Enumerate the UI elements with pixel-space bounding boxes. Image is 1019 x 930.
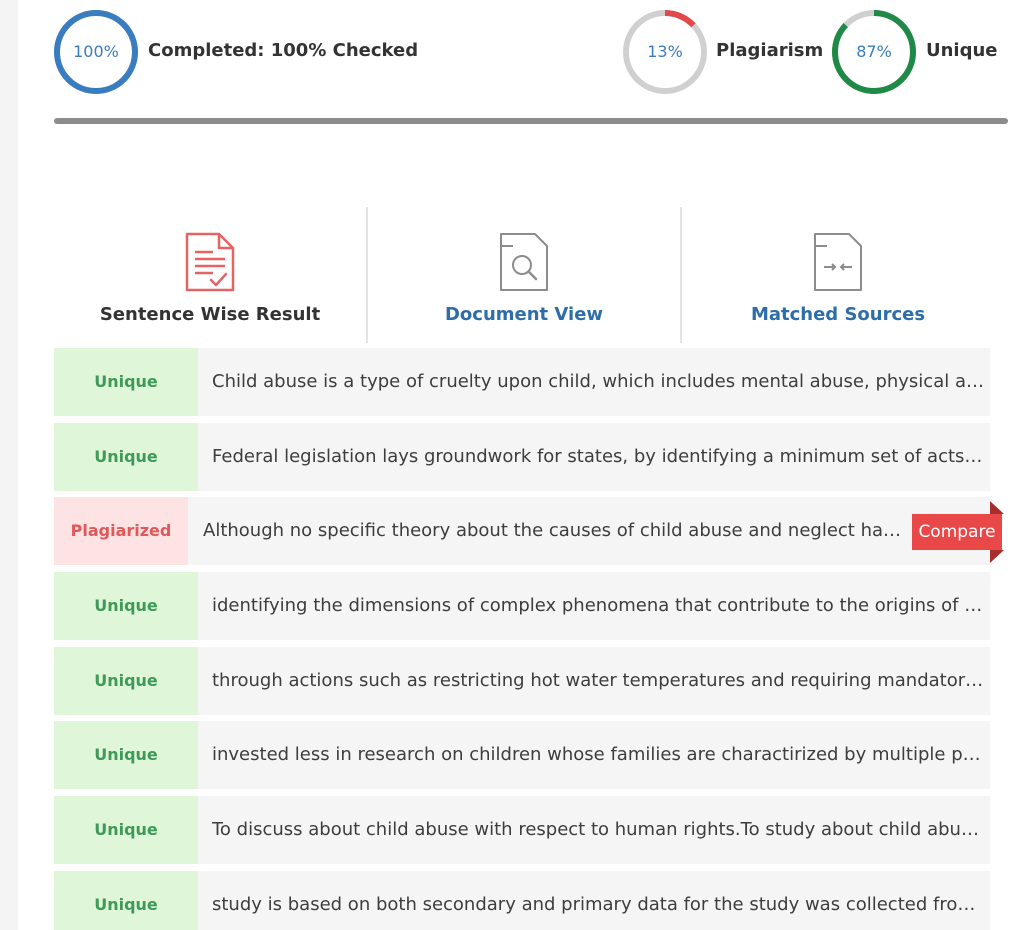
result-row[interactable]: Unique identifying the dimensions of com… xyxy=(54,572,990,640)
compare-ribbon-fold xyxy=(990,550,1004,563)
document-compare-icon xyxy=(814,233,862,291)
result-row[interactable]: Unique Federal legislation lays groundwo… xyxy=(54,423,990,491)
status-badge: Unique xyxy=(54,348,198,416)
compare-ribbon-fold xyxy=(990,501,1004,514)
sentence-text: through actions such as restricting hot … xyxy=(212,670,986,691)
status-badge: Unique xyxy=(54,423,198,491)
unique-percent: 87% xyxy=(856,42,892,61)
status-badge: Unique xyxy=(54,721,198,789)
plagiarism-percent: 13% xyxy=(647,42,683,61)
unique-label: Unique xyxy=(926,40,998,61)
plagiarism-progress-ring: 13% xyxy=(622,9,708,95)
plagiarism-label: Plagiarism xyxy=(716,40,824,61)
tab-matched-sources-label: Matched Sources xyxy=(750,304,926,325)
tab-sentence-wise-result[interactable]: Sentence Wise Result xyxy=(54,207,366,343)
tab-document-view-label: Document View xyxy=(444,304,604,325)
completed-label: Completed: 100% Checked xyxy=(148,40,419,61)
report-check-icon xyxy=(185,232,235,292)
status-badge: Unique xyxy=(54,796,198,864)
tab-document-view[interactable]: Document View xyxy=(368,207,680,343)
result-row[interactable]: Unique through actions such as restricti… xyxy=(54,647,990,715)
sentence-text: Federal legislation lays groundwork for … xyxy=(212,446,986,467)
sentence-text: identifying the dimensions of complex ph… xyxy=(212,595,986,616)
tab-sentence-wise-result-label: Sentence Wise Result xyxy=(99,304,321,325)
sentence-text: study is based on both secondary and pri… xyxy=(212,894,986,915)
left-edge-panel xyxy=(0,0,18,930)
completed-percent: 100% xyxy=(73,42,119,61)
sentence-text: Child abuse is a type of cruelty upon ch… xyxy=(212,371,986,392)
result-row[interactable]: Unique Child abuse is a type of cruelty … xyxy=(54,348,990,416)
status-badge: Unique xyxy=(54,572,198,640)
status-badge: Unique xyxy=(54,647,198,715)
completed-progress-ring: 100% xyxy=(53,9,139,95)
status-badge: Plagiarized xyxy=(54,497,188,565)
compare-button[interactable]: Compare xyxy=(912,514,1002,550)
status-badge: Unique xyxy=(54,871,198,930)
result-row[interactable]: Unique study is based on both secondary … xyxy=(54,871,990,930)
result-row[interactable]: Unique To discuss about child abuse with… xyxy=(54,796,990,864)
sentence-text: To discuss about child abuse with respec… xyxy=(212,819,986,840)
tab-matched-sources[interactable]: Matched Sources xyxy=(682,207,994,343)
sentence-text: Although no specific theory about the ca… xyxy=(203,520,903,541)
unique-progress-ring: 87% xyxy=(831,9,917,95)
result-row[interactable]: Unique invested less in research on chil… xyxy=(54,721,990,789)
plagiarism-report-page: 100% Completed: 100% Checked 13% Plagiar… xyxy=(0,0,1019,930)
sentence-text: invested less in research on children wh… xyxy=(212,744,986,765)
progress-divider-bar xyxy=(54,118,1008,124)
result-row-plagiarized[interactable]: Plagiarized Although no specific theory … xyxy=(54,497,1004,565)
document-search-icon xyxy=(500,233,548,291)
